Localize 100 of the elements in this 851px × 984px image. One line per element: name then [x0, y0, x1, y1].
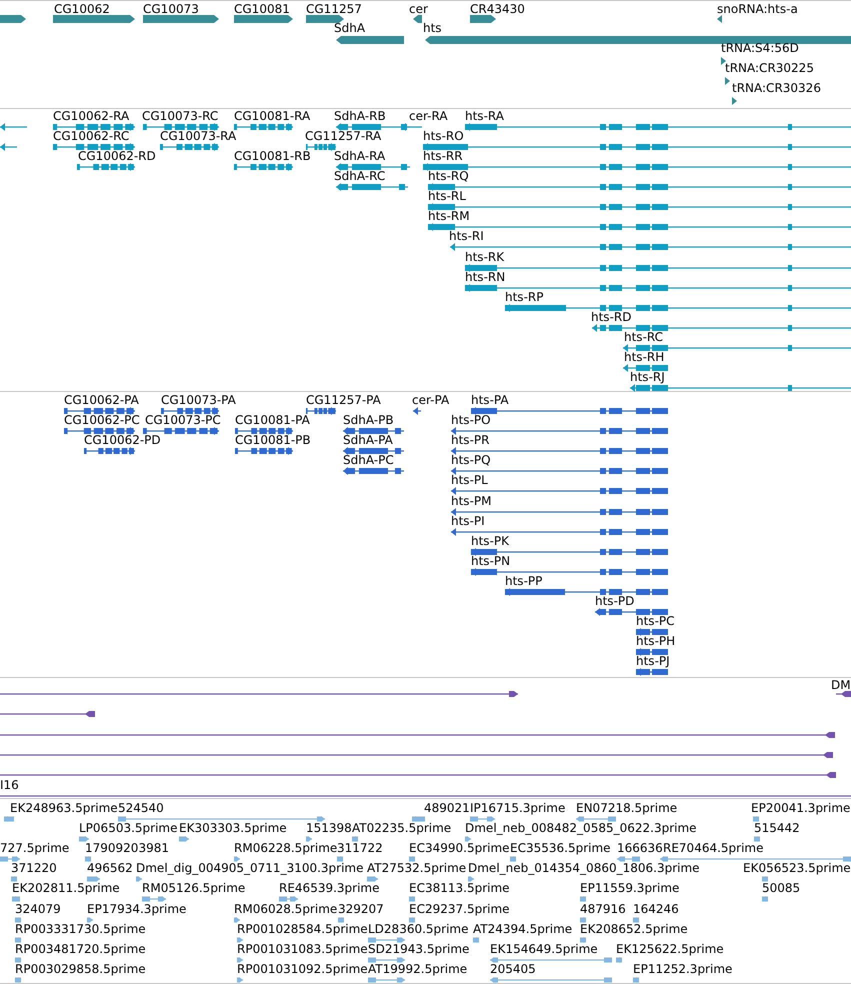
- protein-label: CG10062-PD: [84, 434, 161, 447]
- protein-label: cer-PA: [412, 394, 450, 407]
- transcript-label: CG10073-RC: [142, 110, 218, 123]
- protein-label: hts-PJ: [636, 655, 670, 668]
- transcript-label: SdhA-RC: [334, 170, 386, 183]
- transcript-label: CG10081-RB: [234, 150, 311, 163]
- gene-label: snoRNA:hts-a: [717, 3, 798, 16]
- protein-label: hts-PO: [451, 414, 491, 427]
- transcript-label: hts-RJ: [630, 371, 665, 384]
- transcript-label: hts-RC: [624, 331, 664, 344]
- transcript-label: CG10062-RC: [53, 130, 130, 143]
- read-label: EC29237.5prime: [409, 903, 510, 916]
- transcript-label: hts-RA: [465, 110, 504, 123]
- protein-label: hts-PK: [471, 535, 509, 548]
- protein-label: hts-PI: [451, 515, 485, 528]
- protein-label: hts-PA: [471, 394, 509, 407]
- read-label: 371220: [11, 862, 57, 875]
- protein-label: hts-PH: [636, 635, 676, 648]
- alignment-label: DM: [831, 679, 851, 692]
- read-label: 311722: [337, 842, 383, 855]
- gene-label: CG10081: [234, 3, 290, 16]
- read-label: EN07218.5prime: [576, 802, 678, 815]
- gene-label: tRNA:CR30225: [725, 62, 814, 75]
- read-label: AT24394.5prime: [473, 923, 572, 936]
- read-label: 17909203981: [85, 842, 169, 855]
- read-label: 487916: [580, 903, 626, 916]
- protein-label: CG10081-PA: [235, 414, 310, 427]
- read-label: EC35536.5prime: [510, 842, 611, 855]
- read-label: RP003331730.5prime: [15, 923, 146, 936]
- protein-label: CG10073-PA: [161, 394, 236, 407]
- gene-label: tRNA:S4:56D: [721, 42, 799, 55]
- protein-label: SdhA-PA: [343, 434, 393, 447]
- read-label: Dmel_neb_008482_0585_0622.3prime: [465, 822, 697, 835]
- gene-label: tRNA:CR30326: [732, 82, 821, 95]
- read-label: 727.5prime: [0, 842, 70, 855]
- protein-label: hts-PC: [636, 615, 675, 628]
- transcript-label: hts-RK: [465, 251, 504, 264]
- gene-label: CG10062: [54, 3, 110, 16]
- read-label: EK248963.5prime: [10, 802, 118, 815]
- protein-label: SdhA-PB: [343, 414, 394, 427]
- protein-label: CG10062-PA: [64, 394, 139, 407]
- transcript-label: CG10062-RA: [53, 110, 130, 123]
- read-label: EK202811.5prime: [12, 882, 120, 895]
- read-label: 164246: [633, 903, 679, 916]
- read-label: Dmel_neb_014354_0860_1806.3prime: [468, 862, 700, 875]
- read-label: AT02235.5prime: [352, 822, 452, 835]
- protein-label: hts-PL: [451, 474, 488, 487]
- read-label: 166636: [617, 842, 663, 855]
- gene-label: hts: [423, 22, 442, 35]
- read-label: RP001031083.5prime: [237, 943, 368, 956]
- read-label: EP20041.3prime: [751, 802, 850, 815]
- read-label: IP16715.3prime: [470, 802, 566, 815]
- transcript-label: hts-RN: [465, 271, 506, 284]
- protein-label: hts-PN: [471, 555, 510, 568]
- read-label: AT27532.5prime: [367, 862, 466, 875]
- transcript-label: hts-RM: [428, 210, 470, 223]
- read-label: LP06503.5prime: [79, 822, 178, 835]
- read-label: RM06028.5prime: [234, 903, 338, 916]
- transcript-label: hts-RH: [624, 351, 664, 364]
- gene-label: CG11257: [306, 3, 362, 16]
- transcript-label: CG10081-RA: [234, 110, 310, 123]
- read-label: EP11559.3prime: [580, 882, 680, 895]
- read-label: RM05126.5prime: [142, 882, 246, 895]
- read-label: EK125622.5prime: [616, 943, 724, 956]
- gene-label: SdhA: [334, 22, 366, 35]
- transcript-label: hts-RL: [428, 190, 466, 203]
- read-label: 50085: [762, 882, 800, 895]
- read-label: Dmel_dig_004905_0711_3100.3prime: [136, 862, 364, 875]
- read-label: 324079: [15, 903, 61, 916]
- transcript-label: hts-RI: [449, 230, 484, 243]
- read-label: RE70464.5prime: [663, 842, 764, 855]
- transcript-label: SdhA-RA: [334, 150, 386, 163]
- transcript-label: CG10073-RA: [160, 130, 236, 143]
- read-label: EC38113.5prime: [409, 882, 510, 895]
- read-label: EK303303.5prime: [179, 822, 287, 835]
- transcript-label: hts-RO: [423, 130, 464, 143]
- read-label: EK154649.5prime: [490, 943, 598, 956]
- transcript-label: hts-RD: [591, 311, 632, 324]
- protein-label: hts-PM: [451, 495, 492, 508]
- transcript-label: cer-RA: [409, 110, 448, 123]
- read-label: RP001031092.5prime: [237, 963, 368, 976]
- read-label: 524540: [118, 802, 164, 815]
- read-label: RP003481720.5prime: [15, 943, 146, 956]
- read-label: 151398: [306, 822, 352, 835]
- read-label: 489021: [424, 802, 470, 815]
- read-label: 329207: [338, 903, 384, 916]
- protein-label: hts-PR: [451, 434, 490, 447]
- read-label: EP17934.3prime: [87, 903, 186, 916]
- read-label: 515442: [754, 822, 800, 835]
- read-label: AT19992.5prime: [368, 963, 468, 976]
- protein-label: CG10081-PB: [235, 434, 311, 447]
- read-label: 496562: [87, 862, 133, 875]
- read-label: EK208652.5prime: [580, 923, 688, 936]
- read-label: RP001028584.5prime: [237, 923, 368, 936]
- gene-label: CR43430: [470, 3, 525, 16]
- read-label: RP003029858.5prime: [15, 963, 146, 976]
- transcript-label: CG11257-RA: [305, 130, 382, 143]
- read-label: LD28360.5prime: [368, 923, 469, 936]
- read-label: EP11252.3prime: [633, 963, 732, 976]
- read-label: EK056523.5prime: [743, 862, 851, 875]
